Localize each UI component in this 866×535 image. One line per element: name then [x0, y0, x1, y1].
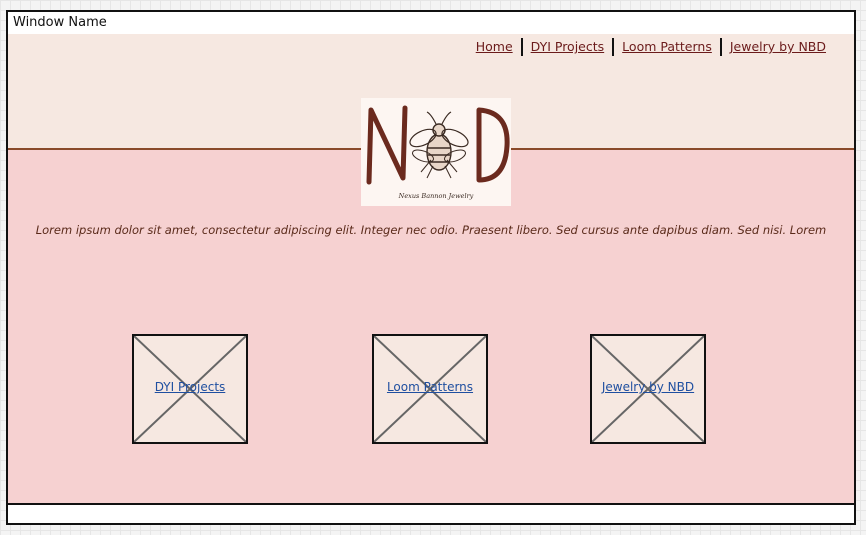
- window-titlebar: Window Name: [8, 12, 854, 36]
- bee-logo-icon: Nexus Bannon Jewelry: [366, 105, 510, 200]
- window-statusbar: [8, 505, 854, 523]
- nav-link-jewelry-by-nbd[interactable]: Jewelry by NBD: [722, 38, 834, 56]
- tile-dyi-projects[interactable]: DYI Projects: [132, 334, 248, 444]
- window-title: Window Name: [13, 15, 107, 30]
- site-logo[interactable]: Nexus Bannon Jewelry: [361, 98, 511, 206]
- app-window: Window Name Home DYI Projects Loom Patte…: [6, 10, 856, 525]
- nav-link-loom-patterns[interactable]: Loom Patterns: [614, 38, 720, 56]
- tile-jewelry-by-nbd[interactable]: Jewelry by NBD: [590, 334, 706, 444]
- tile-loom-patterns[interactable]: Loom Patterns: [372, 334, 488, 444]
- tile-label-loom-patterns[interactable]: Loom Patterns: [374, 380, 486, 394]
- nav-link-dyi-projects[interactable]: DYI Projects: [523, 38, 613, 56]
- top-nav: Home DYI Projects Loom Patterns Jewelry …: [468, 38, 834, 56]
- intro-text: Lorem ipsum dolor sit amet, consectetur …: [35, 223, 827, 237]
- tile-label-jewelry-by-nbd[interactable]: Jewelry by NBD: [592, 380, 704, 394]
- tile-label-dyi-projects[interactable]: DYI Projects: [134, 380, 246, 394]
- logo-tagline: Nexus Bannon Jewelry: [398, 192, 474, 200]
- nav-link-home[interactable]: Home: [468, 38, 521, 56]
